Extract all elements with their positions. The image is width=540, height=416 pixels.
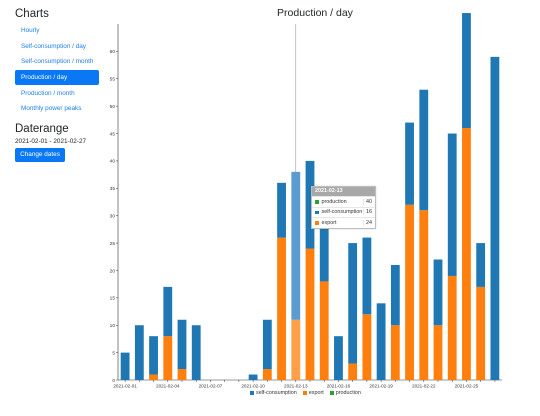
tooltip-row-export: export 24 — [312, 217, 375, 228]
bar-self-consumption[interactable] — [134, 325, 144, 380]
self-consumption-swatch-icon — [250, 391, 254, 395]
x-tick-label: 2021-02-04 — [156, 384, 180, 389]
y-tick-label: 55 — [110, 77, 116, 83]
production-swatch-icon — [329, 391, 334, 395]
bar-self-consumption[interactable] — [149, 336, 158, 375]
tooltip-label: self-consumption — [321, 209, 363, 216]
y-tick-label: 35 — [110, 186, 116, 192]
legend-label: export — [308, 390, 324, 396]
tooltip-row-self-consumption: self-consumption 16 — [312, 206, 375, 218]
bar-self-consumption[interactable] — [319, 226, 329, 282]
y-tick-label: 25 — [110, 241, 116, 247]
bar-export[interactable] — [390, 325, 400, 380]
bar-self-consumption[interactable] — [447, 133, 457, 276]
export-swatch-icon — [302, 391, 307, 395]
y-tick-label: 15 — [110, 296, 116, 302]
bar-export[interactable] — [163, 336, 173, 380]
x-tick-label: 2021-02-13 — [284, 384, 308, 389]
tooltip-row-production: production 40 — [312, 196, 375, 207]
bar-self-consumption[interactable] — [376, 303, 386, 380]
y-tick-label: 5 — [112, 350, 115, 356]
x-tick-label: 2021-02-16 — [327, 384, 351, 389]
bar-self-consumption[interactable] — [191, 325, 201, 380]
tooltip-label: export — [321, 219, 337, 226]
x-tick-label: 2021-02-10 — [241, 384, 265, 389]
bar-export[interactable] — [291, 319, 301, 380]
legend-label: production — [335, 390, 361, 396]
bar-self-consumption[interactable] — [163, 286, 173, 337]
y-tick-label: 40 — [110, 159, 116, 165]
bar-self-consumption[interactable] — [462, 13, 471, 129]
bar-self-consumption[interactable] — [405, 122, 414, 205]
x-tick-label: 2021-02-25 — [455, 384, 479, 389]
legend-item-export[interactable]: export — [302, 390, 324, 396]
x-tick-label: 2021-02-01 — [113, 384, 137, 389]
production-swatch-icon — [315, 200, 319, 204]
bar-self-consumption[interactable] — [177, 319, 187, 370]
bar-export[interactable] — [262, 369, 272, 380]
y-tick-label: 10 — [110, 323, 116, 329]
bar-self-consumption[interactable] — [248, 374, 258, 380]
bar-self-consumption[interactable] — [390, 264, 400, 326]
bar-self-consumption[interactable] — [262, 319, 272, 370]
bar-self-consumption[interactable] — [120, 352, 130, 380]
y-tick-label: 45 — [110, 131, 116, 137]
legend-item-production[interactable]: production — [329, 390, 361, 396]
bar-export[interactable] — [362, 314, 372, 380]
bar-export[interactable] — [433, 325, 443, 380]
bar-export[interactable] — [419, 210, 429, 380]
bar-export[interactable] — [476, 286, 486, 380]
bar-export[interactable] — [462, 128, 471, 380]
bar-export[interactable] — [305, 248, 315, 380]
x-tick-label: 2021-02-22 — [412, 384, 436, 389]
production-chart: 0510152025303540455055602021-02-01 2021-0… — [110, 13, 502, 389]
bar-self-consumption[interactable] — [348, 243, 358, 364]
bar-export[interactable] — [177, 369, 187, 380]
x-tick-label: 2021-02-19 — [369, 384, 393, 389]
bar-self-consumption[interactable] — [476, 243, 486, 287]
bar-self-consumption[interactable] — [291, 171, 301, 320]
y-tick-label: 30 — [110, 213, 116, 219]
y-tick-label: 60 — [110, 49, 116, 55]
tooltip-label: production — [321, 198, 347, 205]
bar-self-consumption[interactable] — [277, 182, 286, 238]
bar-export[interactable] — [319, 281, 329, 380]
bar-self-consumption[interactable] — [362, 237, 372, 315]
bar-export[interactable] — [149, 374, 158, 380]
bar-export[interactable] — [447, 275, 457, 380]
bar-export[interactable] — [348, 363, 358, 380]
chart-tooltip: 2021-02-13 production 40 self-consumptio… — [311, 186, 376, 229]
bar-self-consumption[interactable] — [334, 336, 343, 380]
tooltip-value: 40 — [363, 198, 375, 205]
bar-self-consumption[interactable] — [433, 259, 443, 326]
bar-export[interactable] — [277, 237, 286, 380]
export-swatch-icon — [315, 221, 319, 225]
legend-label: self-consumption — [256, 390, 297, 396]
self-consumption-swatch-icon — [315, 210, 319, 214]
legend-item-self-consumption[interactable]: self-consumption — [250, 390, 297, 396]
tooltip-date: 2021-02-13 — [312, 187, 375, 196]
bar-self-consumption[interactable] — [419, 89, 429, 211]
y-tick-label: 20 — [110, 268, 116, 274]
x-tick-label: 2021-02-07 — [199, 384, 223, 389]
tooltip-value: 24 — [363, 219, 375, 226]
y-tick-label: 50 — [110, 104, 116, 110]
bar-self-consumption[interactable] — [490, 56, 500, 380]
chart-legend: self-consumption export production — [250, 390, 361, 396]
bar-export[interactable] — [405, 204, 414, 380]
tooltip-value: 16 — [363, 209, 375, 216]
